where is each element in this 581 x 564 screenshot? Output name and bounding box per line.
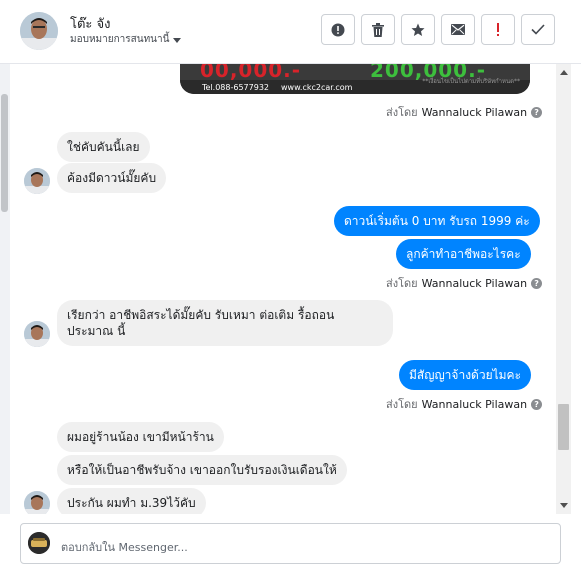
incoming-message[interactable]: ผมอยู่ร้านน้อง เขามีหน้าร้าน (57, 422, 224, 452)
incoming-message[interactable]: หรือให้เป็นอาชีพรับจ้าง เขาออกใบรับรองเง… (57, 455, 347, 485)
report-button[interactable] (321, 14, 355, 45)
outgoing-message[interactable]: มีสัญญาจ้างด้วยไมคะ (399, 360, 532, 390)
conversation-toolbar (321, 14, 555, 45)
contact-avatar[interactable] (20, 12, 58, 50)
caret-down-icon (173, 37, 182, 43)
contact-avatar-small (24, 321, 50, 347)
spam-button[interactable] (481, 14, 515, 45)
sent-by-name: Wannaluck Pilawan (421, 105, 528, 119)
thread-scrollbar[interactable] (556, 64, 571, 514)
sent-by-name: Wannaluck Pilawan (421, 276, 528, 290)
incoming-message[interactable]: ค้องมีดาวน์มั๊ยคับ (57, 163, 167, 193)
contact-avatar-small (24, 168, 50, 194)
mark-done-button[interactable] (521, 14, 555, 45)
sent-by-note: ส่งโดย Wannaluck Pilawan ? (386, 395, 543, 413)
banner-site: www.ckc2car.com (281, 82, 353, 92)
trash-icon (372, 22, 384, 37)
ad-image[interactable]: 00,000.- 200,000.- Tel.088-6577932 www.c… (180, 64, 530, 94)
delete-button[interactable] (361, 14, 395, 45)
contact-name: โต๊ะ จัง (70, 17, 111, 32)
help-icon[interactable]: ? (531, 277, 543, 289)
sent-by-note: ส่งโดย Wannaluck Pilawan ? (386, 103, 543, 121)
banner-tagline: **เงื่อนไขเป็นไปตามที่บริษัทกำหนด** (422, 78, 520, 85)
help-icon[interactable]: ? (531, 106, 543, 118)
outgoing-message[interactable]: ดาวน์เริ่มต้น 0 บาท รับรถ 1999 ค่ะ (334, 206, 540, 236)
left-scroll-thumb[interactable] (1, 94, 8, 212)
sent-by-name: Wannaluck Pilawan (421, 397, 528, 411)
scroll-thumb[interactable] (558, 404, 569, 450)
left-panel-scrollbar[interactable] (0, 64, 10, 514)
star-icon (411, 23, 425, 36)
scroll-down-icon[interactable] (560, 503, 568, 508)
star-button[interactable] (401, 14, 435, 45)
check-icon (531, 24, 545, 35)
page-avatar (28, 532, 50, 554)
assign-label: มอบหมายการสนทนานี้ (70, 34, 170, 45)
message-thread[interactable]: 00,000.- 200,000.- Tel.088-6577932 www.c… (10, 64, 570, 514)
contact-avatar-small (24, 491, 50, 514)
mail-button[interactable] (441, 14, 475, 45)
assign-conversation-dropdown[interactable]: มอบหมายการสนทนานี้ (70, 32, 182, 47)
scroll-up-icon[interactable] (560, 70, 568, 75)
incoming-message[interactable]: ประกัน ผมทำ ม.39ไว้คับ (57, 488, 206, 514)
exclamation-icon (497, 22, 499, 36)
sent-by-prefix: ส่งโดย (386, 398, 418, 411)
reply-input-placeholder[interactable]: ตอบกลับใน Messenger... (61, 538, 188, 556)
sent-by-prefix: ส่งโดย (386, 277, 418, 290)
mail-icon (451, 24, 465, 35)
reply-composer[interactable]: ตอบกลับใน Messenger... (20, 523, 561, 564)
conversation-header: โต๊ะ จัง มอบหมายการสนทนานี้ (0, 0, 581, 64)
incoming-message[interactable]: เรียกว่า อาชีพอิสระได้มั๊ยคับ รับเหมา ต่… (57, 300, 393, 346)
sent-by-note: ส่งโดย Wannaluck Pilawan ? (386, 274, 543, 292)
help-icon[interactable]: ? (531, 398, 543, 410)
report-icon (331, 23, 345, 36)
outgoing-message[interactable]: ลูกค้าทำอาชีพอะไรคะ (396, 239, 531, 269)
banner-phone: Tel.088-6577932 (202, 82, 269, 92)
sent-by-prefix: ส่งโดย (386, 106, 418, 119)
incoming-message[interactable]: ใช่คับคันนี้เลย (57, 132, 150, 162)
